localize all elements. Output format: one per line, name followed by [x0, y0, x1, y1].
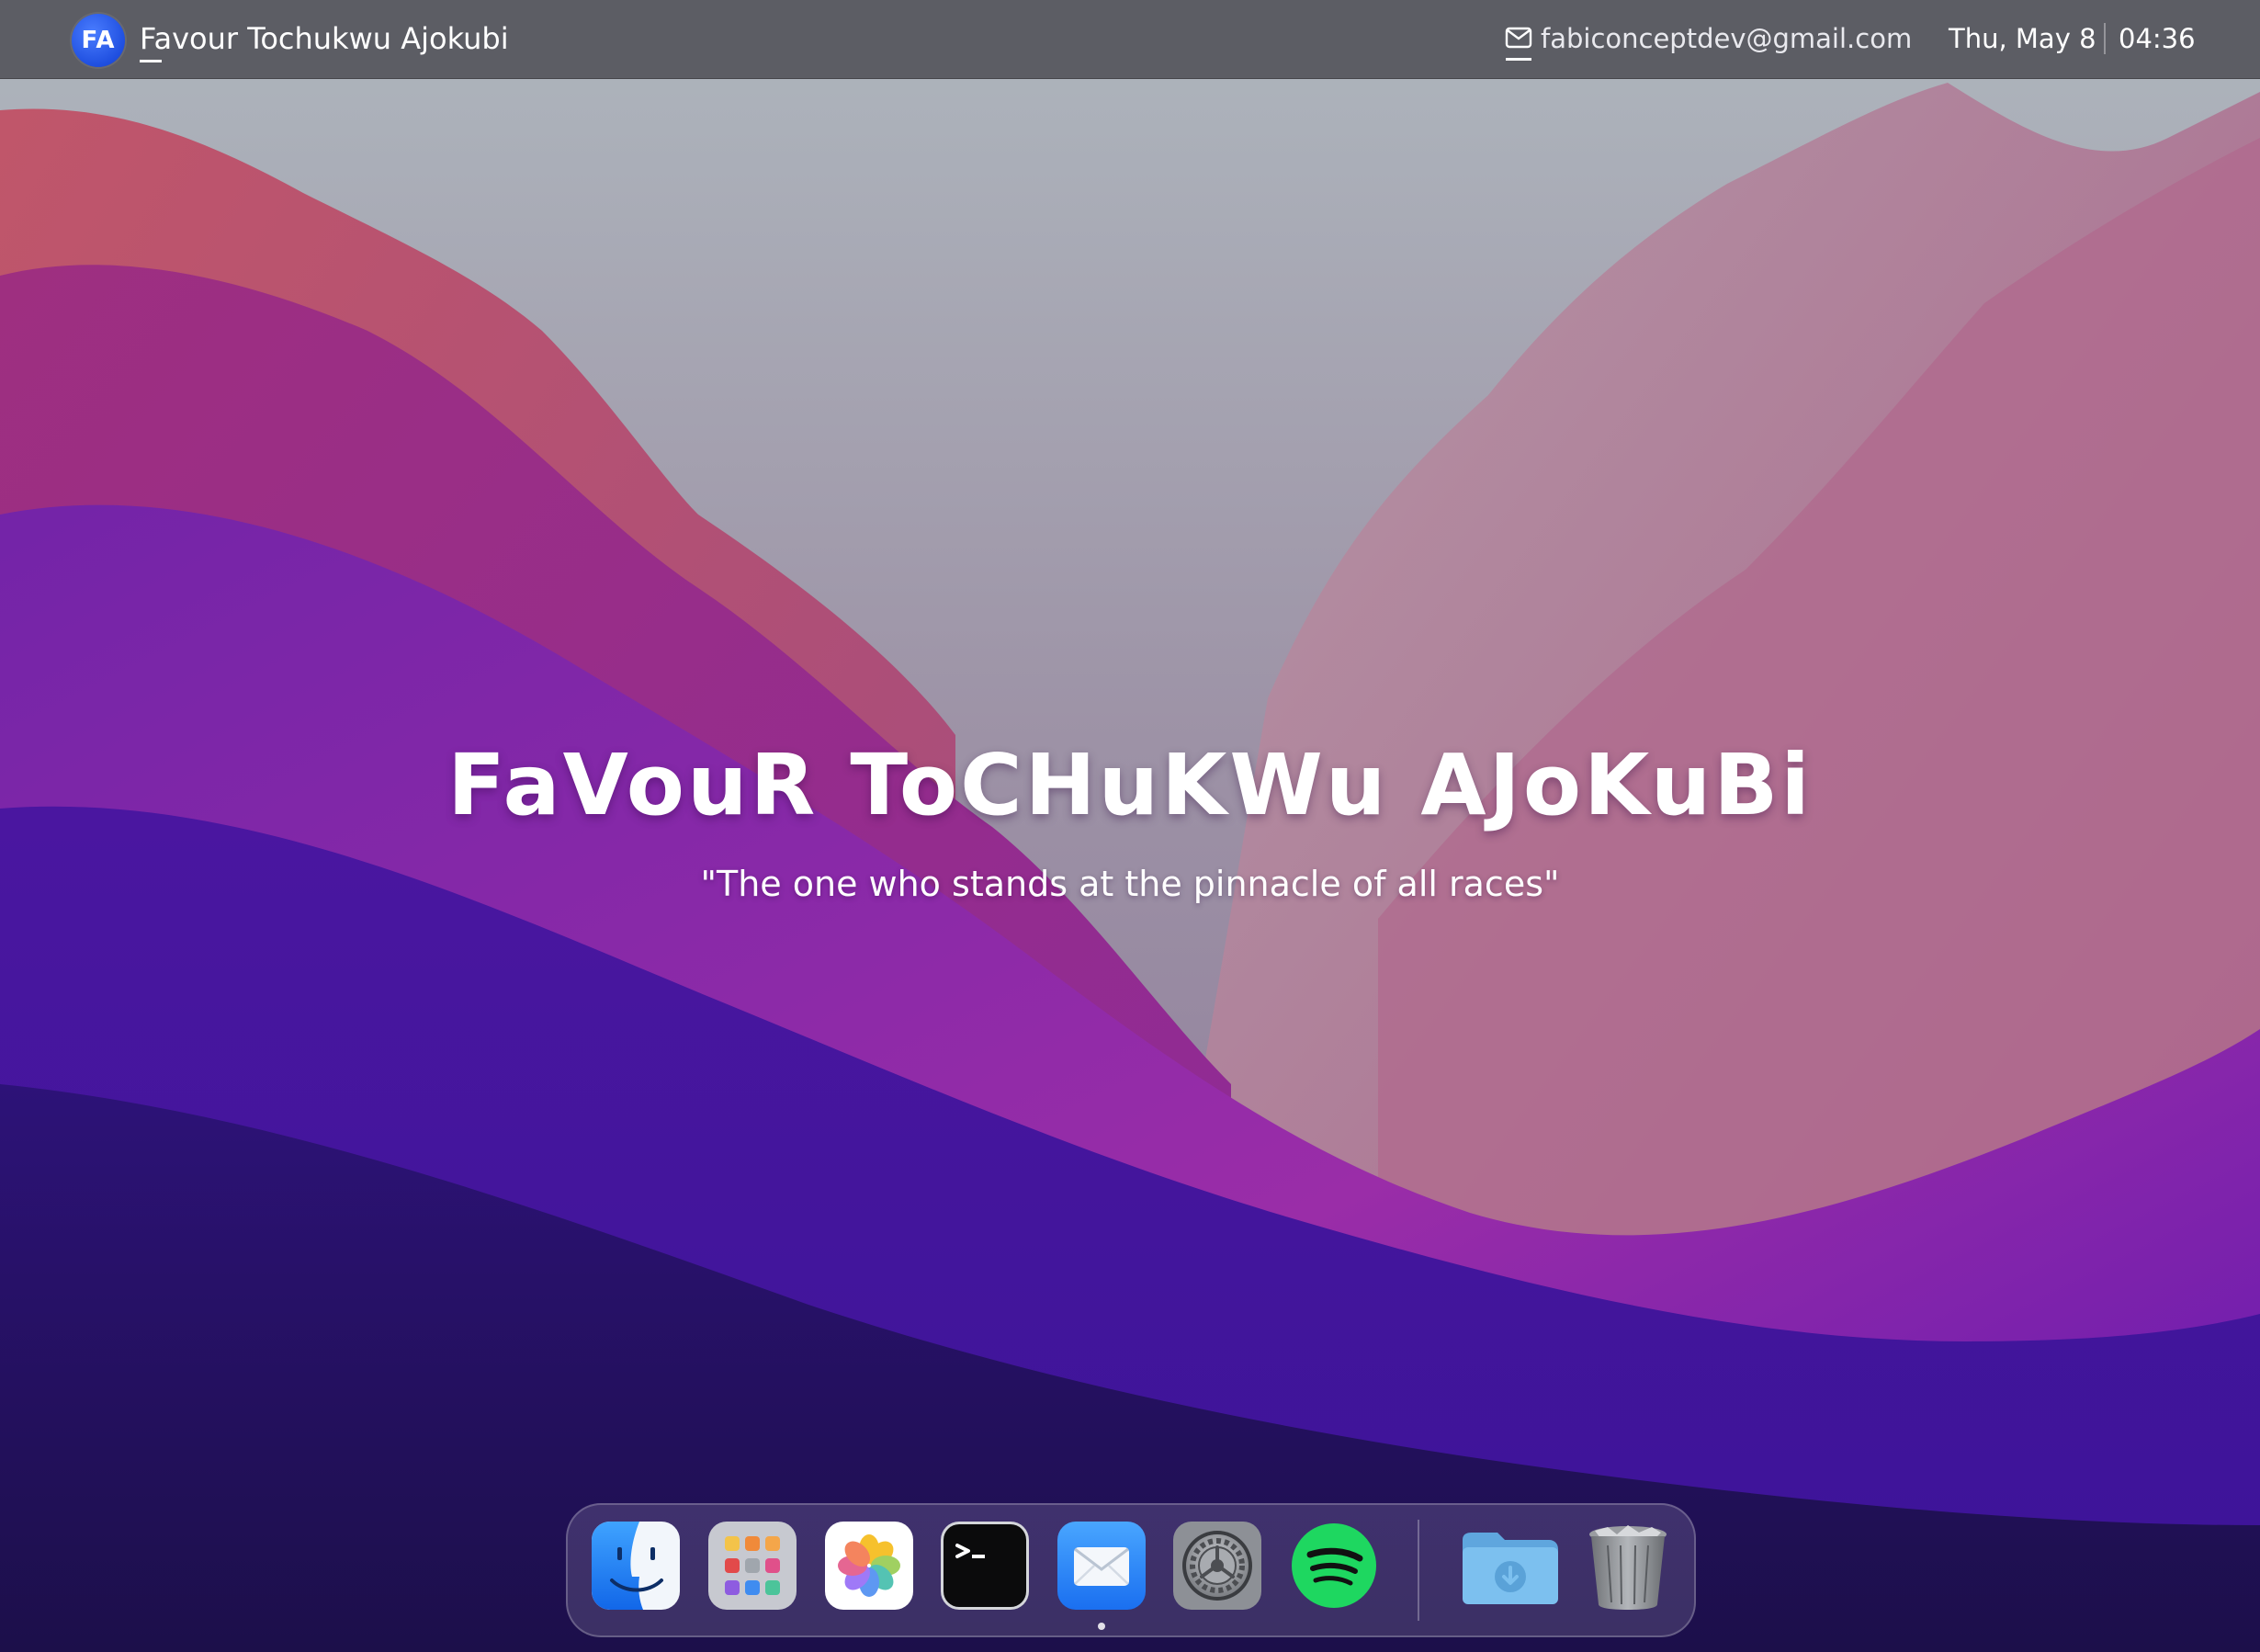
owner-name[interactable]: Favour Tochukwu Ajokubi — [140, 18, 509, 59]
email-link[interactable]: fabiconceptdev@gmail.com — [1541, 18, 1912, 59]
terminal-icon[interactable] — [941, 1522, 1029, 1610]
photos-icon[interactable] — [825, 1522, 913, 1610]
menubar-time: 04:36 — [2119, 23, 2196, 54]
running-indicator — [1098, 1623, 1105, 1630]
mail-icon[interactable] — [1505, 26, 1532, 50]
hero-quote: "The one who stands at the pinnacle of a… — [700, 864, 1560, 904]
system-settings-icon[interactable] — [1173, 1522, 1261, 1610]
mail-icon-underline — [1506, 58, 1531, 61]
menu-bar: FA Favour Tochukwu Ajokubi fabiconceptde… — [0, 0, 2260, 79]
spotify-icon[interactable] — [1290, 1522, 1378, 1610]
trash-icon[interactable] — [1582, 1522, 1674, 1610]
owner-name-underline — [140, 60, 162, 62]
menubar-date: Thu, May 8 — [1949, 23, 2096, 54]
clock-separator — [2104, 23, 2106, 54]
mail-app-icon[interactable] — [1057, 1522, 1146, 1610]
launchpad-icon[interactable] — [708, 1522, 797, 1610]
dock-divider — [1418, 1520, 1419, 1621]
finder-icon[interactable] — [592, 1522, 680, 1610]
downloads-folder-icon[interactable] — [1459, 1522, 1562, 1610]
avatar[interactable]: FA — [72, 14, 125, 67]
hero-title: FaVouR ToCHuKWu AJoKuBi — [447, 736, 1813, 834]
